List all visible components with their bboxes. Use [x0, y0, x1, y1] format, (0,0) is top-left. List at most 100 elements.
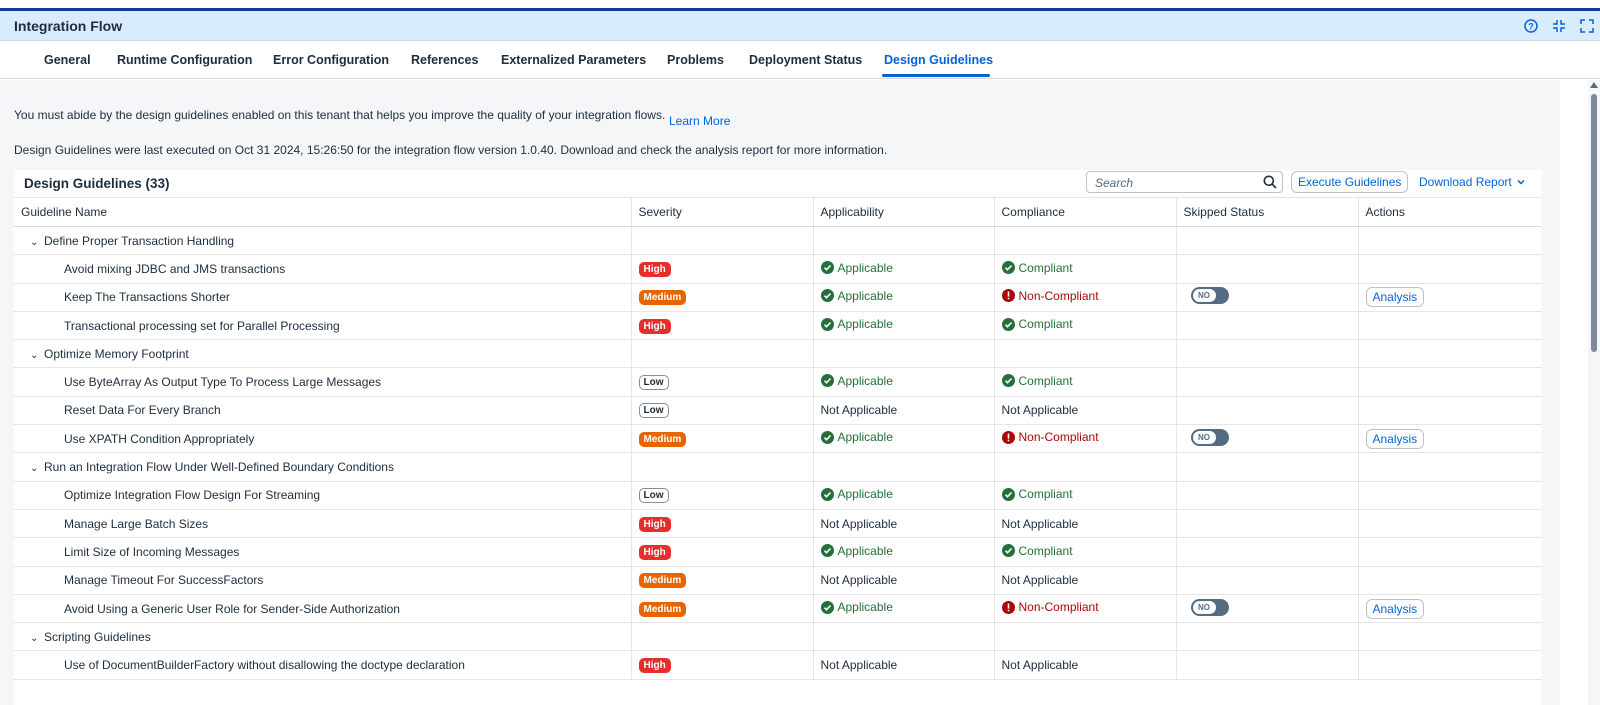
- tab-error-configuration[interactable]: Error Configuration: [273, 53, 389, 67]
- table-row[interactable]: Use ByteArray As Output Type To Process …: [14, 367, 1542, 397]
- severity-badge: Medium: [638, 431, 687, 447]
- group-row[interactable]: ⌄ Scripting Guidelines: [14, 622, 1542, 652]
- vertical-scrollbar[interactable]: [1588, 80, 1600, 705]
- col-applicability[interactable]: Applicability: [813, 197, 995, 227]
- group-row[interactable]: ⌄ Define Proper Transaction Handling: [14, 226, 1542, 256]
- table-row[interactable]: Manage Timeout For SuccessFactors Medium N…: [14, 566, 1542, 595]
- compliance-cell: Not Applicable: [994, 396, 1177, 426]
- actions-cell: [1358, 311, 1542, 341]
- guideline-name: Manage Timeout For SuccessFactors: [14, 566, 632, 595]
- applicability-cell: Applicable: [813, 537, 995, 567]
- scroll-up-icon[interactable]: [1590, 82, 1598, 88]
- status-positive: Applicable: [820, 317, 893, 331]
- actions-cell: [1358, 537, 1542, 567]
- success-icon: [1001, 544, 1015, 558]
- table-row[interactable]: Transactional processing set for Paralle…: [14, 311, 1542, 341]
- execute-guidelines-button[interactable]: Execute Guidelines: [1291, 171, 1409, 193]
- actions-cell: Analysis: [1358, 283, 1542, 312]
- table-row[interactable]: Use XPATH Condition Appropriately Medium A…: [14, 424, 1542, 454]
- status-positive: Applicable: [820, 487, 893, 501]
- col-guideline-name[interactable]: Guideline Name: [14, 197, 632, 227]
- skip-toggle[interactable]: NO: [1190, 598, 1229, 616]
- header-actions: ?: [1522, 17, 1596, 35]
- skip-toggle[interactable]: NO: [1190, 287, 1229, 305]
- success-icon: [820, 261, 834, 275]
- fullscreen-icon[interactable]: [1578, 17, 1596, 35]
- tab-problems[interactable]: Problems: [667, 53, 724, 67]
- col-severity[interactable]: Severity: [631, 197, 814, 227]
- guideline-name: Manage Large Batch Sizes: [14, 509, 632, 539]
- status-positive: Compliant: [1001, 544, 1073, 558]
- chevron-down-icon[interactable]: ⌄: [30, 237, 44, 248]
- tab-general[interactable]: General: [44, 53, 91, 67]
- learn-more-link[interactable]: Learn More: [669, 114, 730, 128]
- success-icon: [820, 289, 834, 303]
- table-row[interactable]: Avoid Using a Generic User Role for Send…: [14, 594, 1542, 624]
- guideline-name: Optimize Integration Flow Design For Str…: [14, 481, 632, 510]
- chevron-down-icon[interactable]: ⌄: [30, 350, 44, 361]
- col-actions[interactable]: Actions: [1358, 197, 1542, 227]
- status-text: Applicable: [837, 260, 893, 275]
- analysis-button[interactable]: Analysis: [1365, 287, 1425, 308]
- chevron-down-icon[interactable]: ⌄: [30, 633, 44, 644]
- tab-references[interactable]: References: [411, 53, 478, 67]
- analysis-button[interactable]: Analysis: [1365, 598, 1425, 619]
- applicability-cell: Applicable: [813, 283, 995, 312]
- success-icon: [820, 430, 834, 444]
- status-neutral: Not Applicable: [820, 516, 898, 531]
- col-skipped-status[interactable]: Skipped Status: [1176, 197, 1359, 227]
- group-row[interactable]: ⌄ Optimize Memory Footprint: [14, 339, 1542, 369]
- severity-cell: Medium: [631, 424, 814, 454]
- compliance-cell: Non-Compliant: [994, 283, 1177, 312]
- table-row[interactable]: Reset Data For Every Branch Low Not Applic…: [14, 396, 1542, 426]
- help-icon[interactable]: ?: [1522, 17, 1540, 35]
- severity-badge: Medium: [638, 601, 687, 617]
- table-row[interactable]: Keep The Transactions Shorter Medium Appli…: [14, 283, 1542, 312]
- last-executed-text: Design Guidelines were last executed on …: [14, 143, 888, 157]
- status-text: Applicable: [837, 600, 893, 615]
- severity-badge: Low: [638, 488, 669, 504]
- download-report-button[interactable]: Download Report: [1419, 175, 1526, 189]
- guideline-name: Use of DocumentBuilderFactory without di…: [14, 650, 632, 680]
- status-neutral: Not Applicable: [1001, 516, 1079, 531]
- status-neutral: Not Applicable: [820, 658, 898, 673]
- table-row[interactable]: Avoid mixing JDBC and JMS transactions Hi…: [14, 254, 1542, 284]
- exit-fullscreen-icon[interactable]: [1550, 17, 1568, 35]
- chevron-down-icon[interactable]: ⌄: [30, 463, 44, 474]
- compliance-cell: Not Applicable: [994, 650, 1177, 680]
- guidelines-table: Guideline Name Severity Applicability Co…: [14, 197, 1542, 680]
- analysis-button[interactable]: Analysis: [1365, 428, 1425, 449]
- actions-cell: [1358, 254, 1542, 284]
- success-icon: [820, 374, 834, 388]
- status-positive: Applicable: [820, 544, 893, 558]
- tab-deployment-status[interactable]: Deployment Status: [749, 53, 862, 67]
- search-input[interactable]: Search: [1086, 171, 1283, 193]
- severity-cell: High: [631, 537, 814, 567]
- guideline-name: Avoid mixing JDBC and JMS transactions: [14, 254, 632, 284]
- table-row[interactable]: Optimize Integration Flow Design For Str…: [14, 481, 1542, 510]
- status-text: Non-Compliant: [1018, 430, 1099, 445]
- status-positive: Compliant: [1001, 261, 1073, 275]
- table-body: ⌄ Define Proper Transaction Handling Avoid…: [14, 226, 1542, 680]
- tab-design-guidelines[interactable]: Design Guidelines: [884, 53, 993, 67]
- search-icon[interactable]: [1263, 175, 1277, 192]
- error-icon: [1001, 430, 1015, 444]
- group-row[interactable]: ⌄ Run an Integration Flow Under Well-Defi…: [14, 452, 1542, 482]
- col-compliance[interactable]: Compliance: [994, 197, 1177, 227]
- status-neutral: Not Applicable: [820, 403, 898, 418]
- status-text: Applicable: [837, 288, 893, 303]
- compliance-cell: Compliant: [994, 367, 1177, 397]
- compliance-cell: Non-Compliant: [994, 424, 1177, 454]
- tab-runtime-configuration[interactable]: Runtime Configuration: [117, 53, 252, 67]
- success-icon: [820, 487, 834, 501]
- success-icon: [820, 317, 834, 331]
- group-name-cell: ⌄ Scripting Guidelines: [14, 622, 632, 652]
- table-row[interactable]: Limit Size of Incoming Messages High Appli…: [14, 537, 1542, 567]
- tab-externalized-parameters[interactable]: Externalized Parameters: [501, 53, 646, 67]
- applicability-cell: Applicable: [813, 254, 995, 284]
- table-row[interactable]: Use of DocumentBuilderFactory without di…: [14, 650, 1542, 680]
- status-positive: Applicable: [820, 260, 893, 275]
- table-row[interactable]: Manage Large Batch Sizes High Not Applicab…: [14, 509, 1542, 539]
- scroll-thumb[interactable]: [1591, 94, 1597, 352]
- skip-toggle[interactable]: NO: [1190, 428, 1229, 446]
